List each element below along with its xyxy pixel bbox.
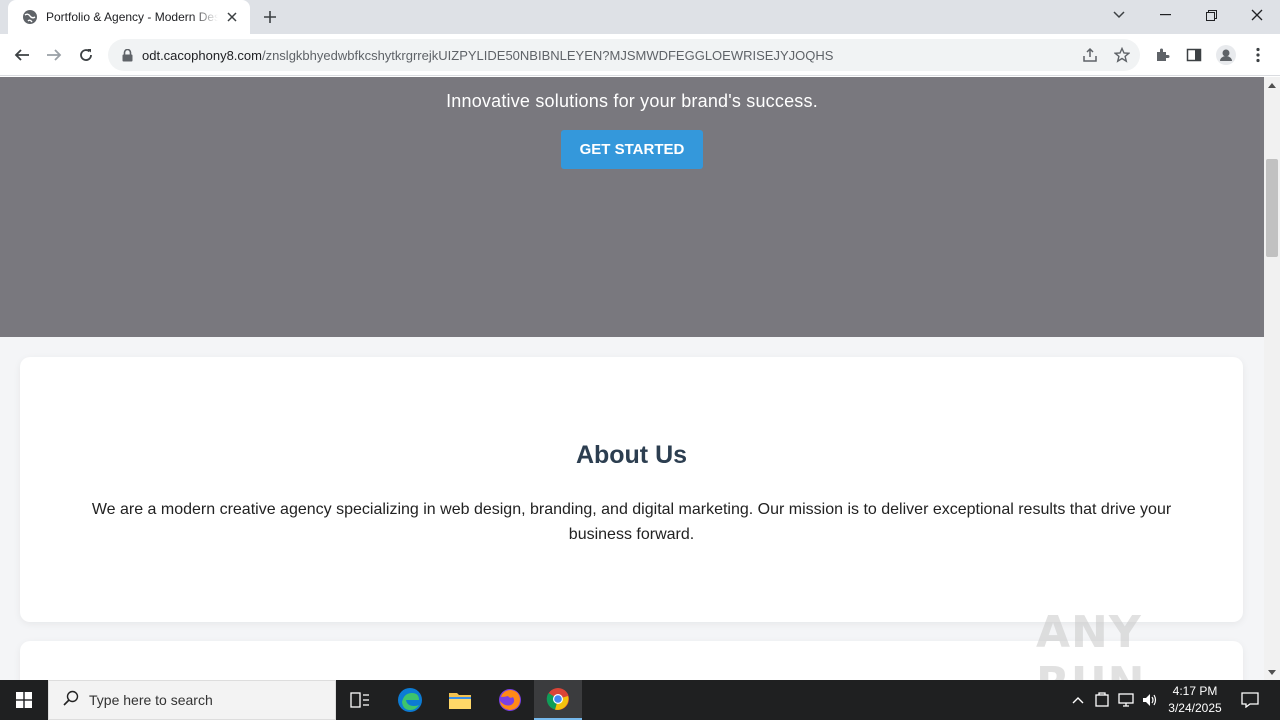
network-icon[interactable] <box>1116 690 1136 710</box>
windows-start-icon[interactable] <box>0 680 48 720</box>
chrome-icon[interactable] <box>534 680 582 720</box>
bookmark-star-icon[interactable] <box>1112 45 1132 65</box>
anyrun-watermark: ANY RUN <box>1036 607 1144 680</box>
tab-search-icon[interactable] <box>1096 0 1142 30</box>
taskbar-clock[interactable]: 4:17 PM 3/24/2025 <box>1160 683 1230 717</box>
firefox-icon[interactable] <box>486 680 534 720</box>
file-explorer-icon[interactable] <box>436 680 484 720</box>
search-placeholder: Type here to search <box>89 692 213 708</box>
clock-date: 3/24/2025 <box>1168 701 1222 715</box>
side-panel-icon[interactable] <box>1180 41 1208 69</box>
about-heading: About Us <box>575 441 688 469</box>
search-icon <box>63 690 79 711</box>
url-host: odt.cacophony8.com <box>142 47 262 63</box>
minimize-button[interactable] <box>1142 0 1188 30</box>
address-bar[interactable]: odt.cacophony8.com/znslgkbhyedwbfkcshytk… <box>108 39 1140 71</box>
hero-tagline: Innovative solutions for your brand's su… <box>446 91 818 111</box>
browser-toolbar: odt.cacophony8.com/znslgkbhyedwbfkcshytk… <box>0 34 1280 76</box>
security-tray-icon[interactable] <box>1092 690 1112 710</box>
about-section: About Us We are a modern creative agency… <box>20 357 1243 622</box>
taskbar-search-box[interactable]: Type here to search <box>48 680 336 720</box>
tab-title: Portfolio & Agency - Modern Design <box>46 10 218 24</box>
reload-button[interactable] <box>72 41 100 69</box>
notification-icon[interactable] <box>1230 680 1270 720</box>
menu-kebab-icon[interactable] <box>1244 41 1272 69</box>
page-viewport: Innovative solutions for your brand's su… <box>0 77 1264 680</box>
tab-close-icon[interactable] <box>224 9 240 25</box>
about-body: We are a modern creative agency speciali… <box>91 501 1172 543</box>
tab-strip: Portfolio & Agency - Modern Design <box>0 0 1280 34</box>
clock-time: 4:17 PM <box>1172 684 1218 698</box>
back-button[interactable] <box>8 41 36 69</box>
task-view-icon[interactable] <box>336 680 384 720</box>
lock-icon[interactable] <box>120 48 134 62</box>
forward-button[interactable] <box>40 41 68 69</box>
tab-active[interactable]: Portfolio & Agency - Modern Design <box>8 0 250 34</box>
extensions-icon[interactable] <box>1148 41 1176 69</box>
url-text[interactable]: odt.cacophony8.com/znslgkbhyedwbfkcshytk… <box>142 48 1062 63</box>
get-started-button[interactable]: GET STARTED <box>561 130 703 169</box>
share-icon[interactable] <box>1080 45 1100 65</box>
volume-icon[interactable] <box>1140 690 1160 710</box>
globe-icon <box>22 9 38 25</box>
scroll-down-arrow-icon[interactable] <box>1264 664 1280 680</box>
taskbar: Type here to search 4:17 PM 3/24/2025 <box>0 680 1280 720</box>
page-scrollbar[interactable] <box>1264 77 1280 680</box>
profile-avatar-icon[interactable] <box>1212 41 1240 69</box>
new-tab-button[interactable] <box>258 5 282 29</box>
edge-icon[interactable] <box>386 680 434 720</box>
close-window-button[interactable] <box>1234 0 1280 30</box>
url-path: /znslgkbhyedwbfkcshytkrgrrejkUIZPYLIDE50… <box>261 47 834 63</box>
scrollbar-thumb[interactable] <box>1266 159 1278 257</box>
hero-section: Innovative solutions for your brand's su… <box>0 77 1264 337</box>
tray-chevron-up-icon[interactable] <box>1068 690 1088 710</box>
restore-button[interactable] <box>1188 0 1234 30</box>
scroll-up-arrow-icon[interactable] <box>1264 77 1280 93</box>
